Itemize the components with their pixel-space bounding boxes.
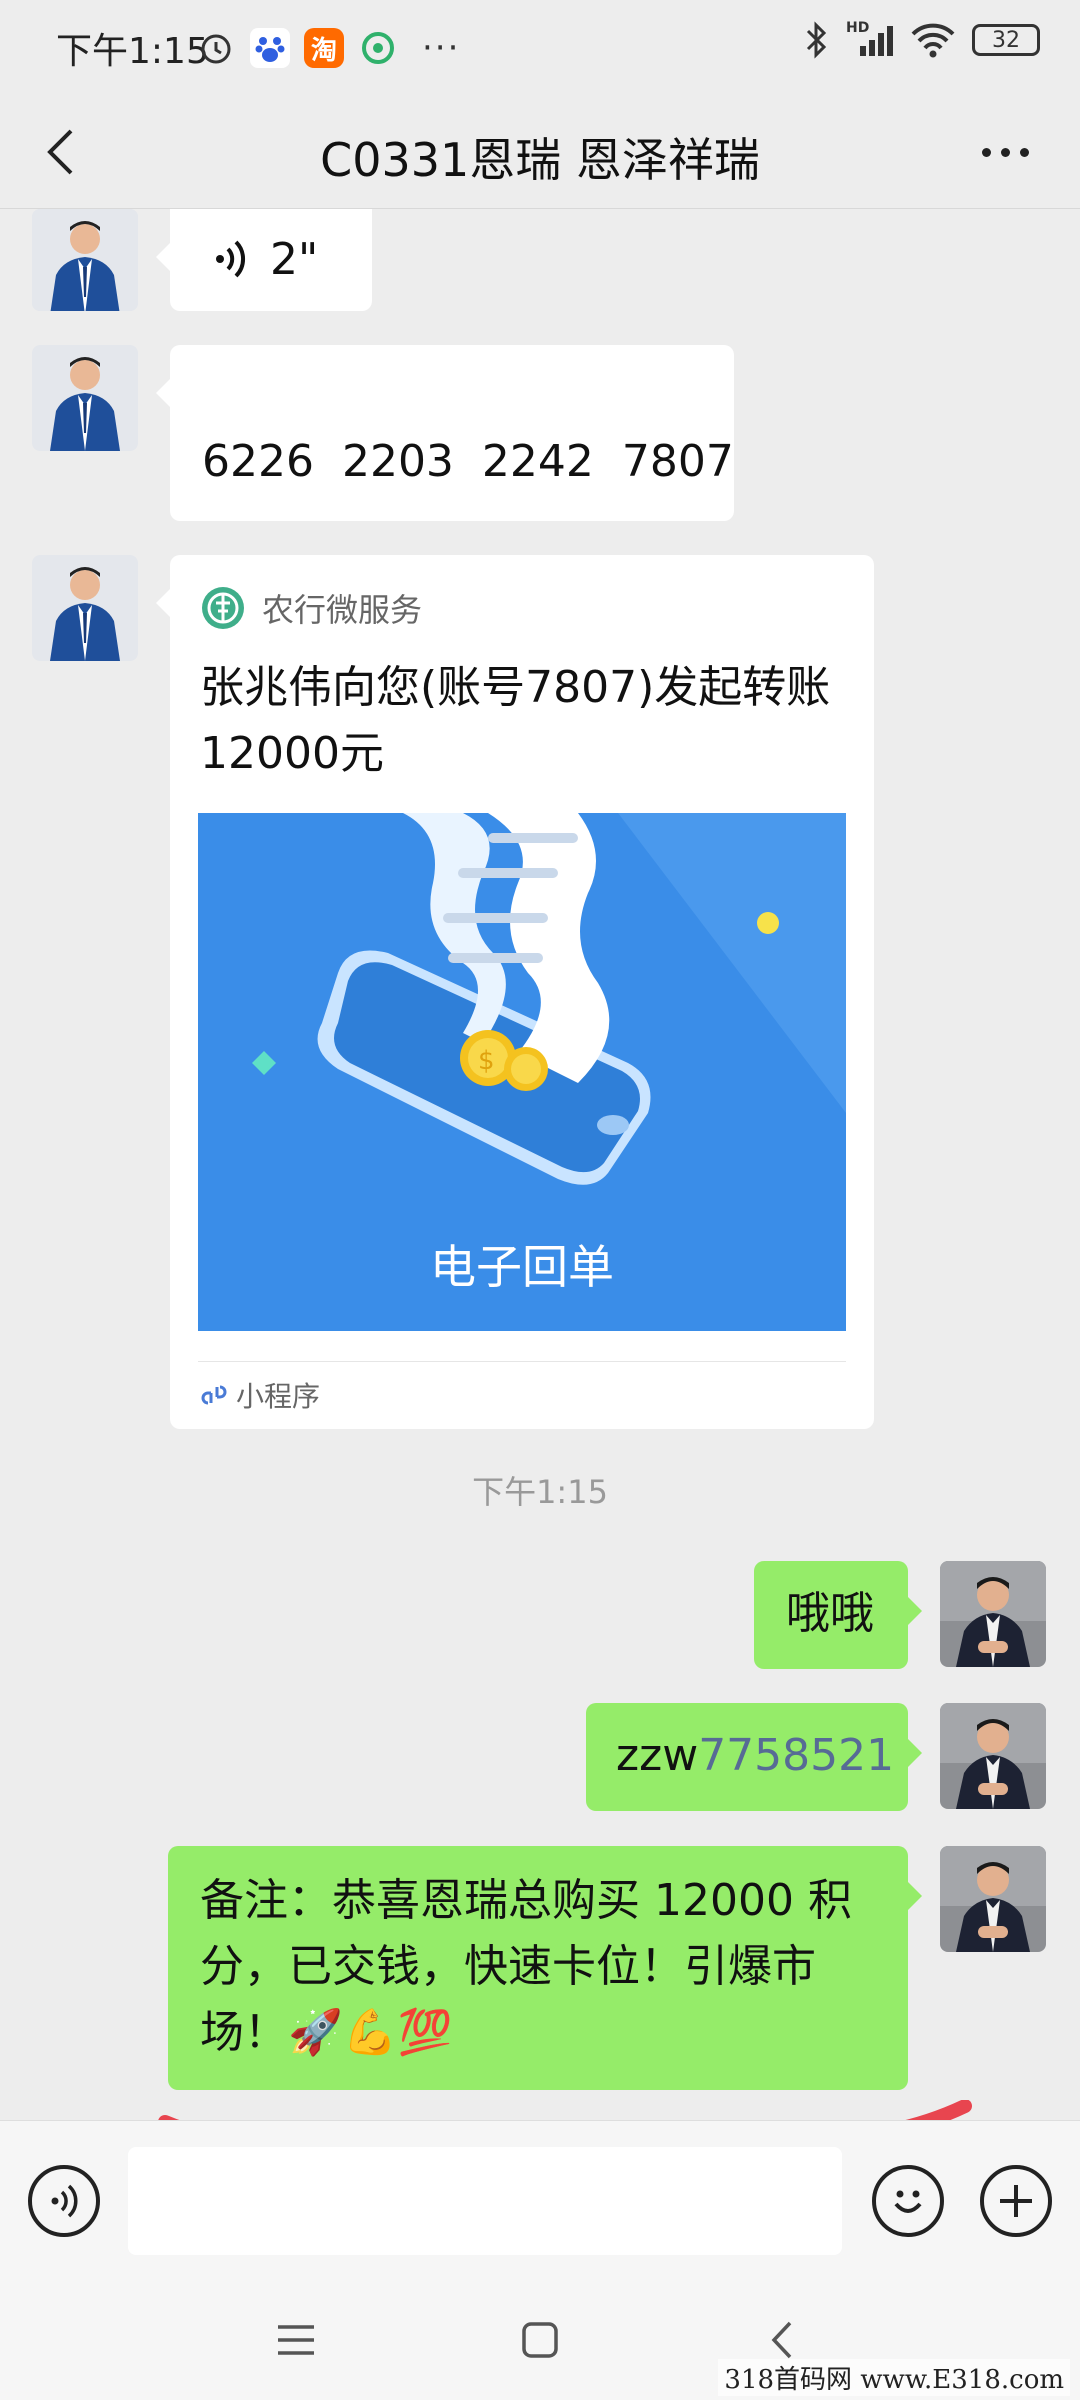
chat-header: C0331恩瑞 恩泽祥瑞 [0, 96, 1080, 209]
watermark: 318首码网 www.E318.com [718, 2359, 1070, 2396]
message-timestamp: 下午1:15 [472, 1473, 608, 1511]
card-footer-label: 小程序 [236, 1380, 321, 1413]
square-icon [522, 2322, 558, 2358]
dot [1019, 147, 1029, 157]
message-text: 备注：恭喜恩瑞总购买 12000 积分，已交钱，快速卡位！引爆市场！🚀💪💯 [200, 1875, 852, 2058]
bluetooth-icon [806, 21, 827, 59]
status-app-icons: 淘 ··· [196, 24, 460, 72]
status-time: 下午1:15 [56, 31, 209, 72]
system-nav-bar: 318首码网 www.E318.com [0, 2280, 1080, 2400]
message-link[interactable]: 7758521 [698, 1730, 894, 1781]
my-text-message-bubble[interactable]: zzw7758521 [586, 1703, 922, 1811]
contact-avatar[interactable] [32, 555, 138, 661]
chat-title: C0331恩瑞 恩泽祥瑞 [320, 133, 760, 187]
my-avatar[interactable] [940, 1846, 1046, 1952]
app-icon [358, 28, 398, 68]
abc-bank-logo-icon [202, 587, 244, 629]
message-text-prefix: zzw [616, 1730, 699, 1781]
message-input[interactable] [128, 2147, 842, 2255]
baidu-icon [250, 28, 290, 68]
smile-icon [894, 2190, 922, 2213]
voice-message-bubble[interactable]: 2" [156, 209, 372, 311]
plus-icon [1000, 2185, 1032, 2217]
battery-indicator: 32 [972, 24, 1040, 56]
signal-icon: HD [846, 20, 894, 60]
emoji-button[interactable] [872, 2165, 944, 2237]
chat-message-list[interactable]: 2" 6226 2203 2242 7807 农行微服务 张兆伟向您(账号780… [0, 209, 1080, 2119]
my-avatar[interactable] [940, 1561, 1046, 1667]
card-footer: 小程序 [200, 1375, 320, 1415]
more-functions-button[interactable] [980, 2165, 1052, 2237]
contact-avatar[interactable] [32, 209, 138, 311]
mini-program-card[interactable]: 农行微服务 张兆伟向您(账号7807)发起转账12000元 $ 电子回单 小程序 [156, 555, 874, 1429]
my-text-message-bubble[interactable]: 哦哦 [754, 1561, 922, 1669]
voice-wave-icon [51, 2184, 78, 2218]
dot [1000, 147, 1010, 157]
message-text: 哦哦 [786, 1588, 874, 1639]
more-options-button[interactable] [970, 124, 1040, 180]
contact-avatar[interactable] [32, 345, 138, 451]
dot [981, 147, 991, 157]
card-source: 农行微服务 [200, 585, 422, 631]
more-notifications-icon: ··· [422, 28, 461, 68]
taobao-label: 淘 [310, 35, 337, 66]
my-text-message-bubble[interactable]: 备注：恭喜恩瑞总购买 12000 积分，已交钱，快速卡位！引爆市场！🚀💪💯 [168, 1846, 922, 2090]
menu-icon [278, 2325, 314, 2355]
taobao-icon: 淘 [304, 28, 344, 68]
card-image: $ 电子回单 [198, 813, 846, 1331]
voice-input-button[interactable] [28, 2165, 100, 2237]
voice-wave-icon [216, 240, 246, 278]
card-source-label: 农行微服务 [262, 591, 423, 629]
menu-button[interactable] [266, 2310, 326, 2370]
home-button[interactable] [510, 2310, 570, 2370]
alarm-icon [196, 28, 236, 68]
svg-text:$: $ [478, 1046, 495, 1076]
message-text: 6226 2203 2242 7807 [202, 436, 734, 487]
mini-program-icon [201, 1385, 227, 1405]
status-bar: 下午1:15 淘 ··· HD 32 [0, 0, 1080, 96]
card-divider [198, 1361, 846, 1362]
voice-duration: 2" [270, 234, 319, 285]
status-right-icons: HD 32 [804, 20, 1040, 60]
card-title: 张兆伟向您(账号7807)发起转账12000元 [200, 662, 831, 779]
input-bar [0, 2120, 1080, 2281]
my-avatar[interactable] [940, 1703, 1046, 1809]
card-image-caption: 电子回单 [430, 1240, 614, 1294]
text-message-bubble[interactable]: 6226 2203 2242 7807 [156, 345, 734, 521]
message-text: zzw7758521 [616, 1723, 894, 1789]
chevron-left-icon [771, 2321, 792, 2359]
wifi-icon [911, 23, 955, 58]
